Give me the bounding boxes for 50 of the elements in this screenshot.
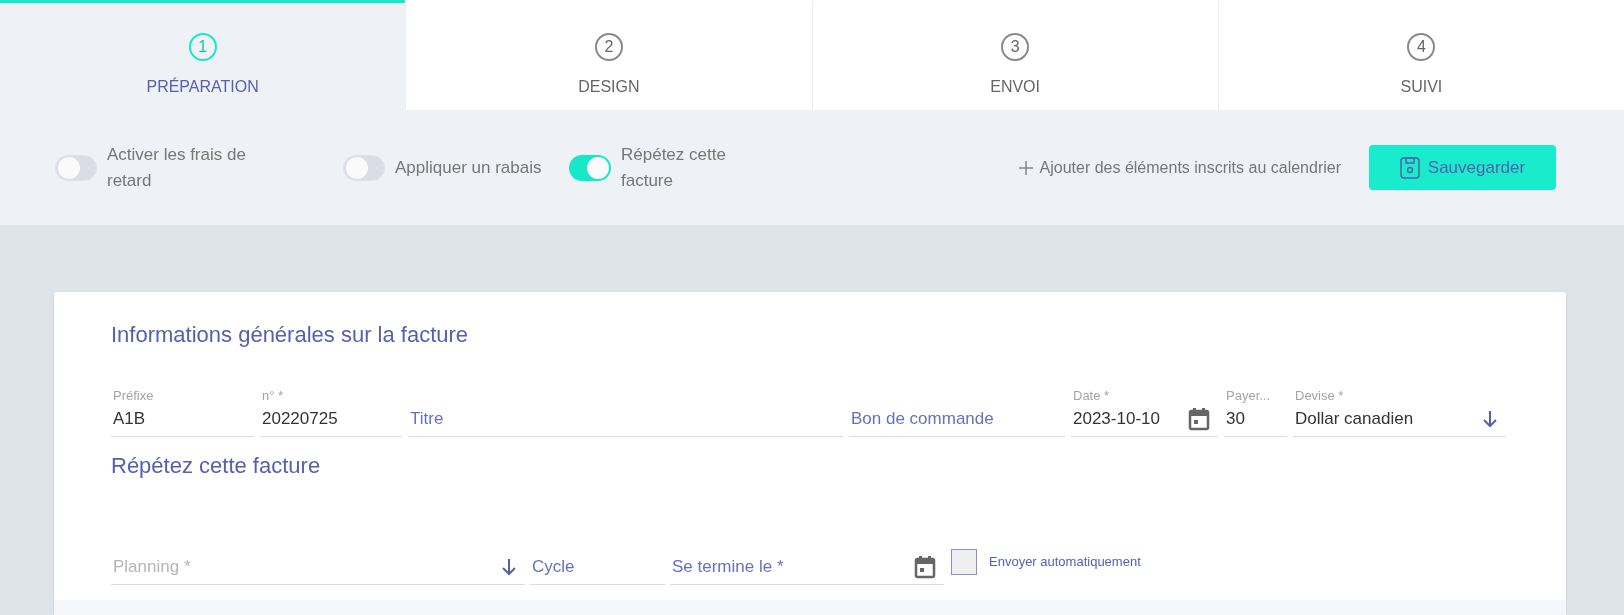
add-calendar-link[interactable]: Ajouter des éléments inscrits au calendrier bbox=[1017, 155, 1341, 180]
input-field[interactable]: Bon de commande bbox=[849, 402, 1065, 437]
input-field[interactable]: Cycle bbox=[530, 550, 665, 585]
section-title: Informations générales sur la facture bbox=[111, 321, 470, 349]
step-label: SUIVI bbox=[1400, 77, 1443, 97]
field-value: A1B bbox=[113, 408, 146, 431]
step-label: DESIGN bbox=[578, 77, 640, 97]
input-field[interactable]: 20220725 bbox=[260, 402, 402, 437]
calendar-icon[interactable] bbox=[914, 555, 936, 579]
field-value: 20220725 bbox=[262, 408, 338, 431]
field-placeholder: Cycle bbox=[532, 556, 575, 579]
input-field[interactable]: Titre bbox=[408, 402, 843, 437]
field-label: n° * bbox=[262, 389, 284, 402]
save-button[interactable]: Sauvegarder bbox=[1369, 145, 1556, 190]
field-value: 2023-10-10 bbox=[1073, 408, 1160, 431]
checkbox[interactable] bbox=[951, 548, 977, 575]
select-field[interactable]: Dollar canadien bbox=[1293, 402, 1506, 437]
toggle-label: Appliquer un rabais bbox=[395, 156, 543, 179]
toggle-switch[interactable] bbox=[343, 154, 385, 181]
step-tab[interactable]: 1 PRÉPARATION bbox=[0, 0, 406, 110]
toggle-label: Répétez cette facture bbox=[621, 143, 727, 192]
plus-icon bbox=[1017, 159, 1034, 176]
date-field[interactable]: 2023-10-10 bbox=[1071, 402, 1218, 437]
step-number: 4 bbox=[1407, 33, 1436, 61]
field-label: Préfixe bbox=[113, 389, 154, 402]
field-placeholder: Bon de commande bbox=[851, 408, 994, 431]
field-placeholder: Planning * bbox=[113, 556, 191, 579]
field-value: 30 bbox=[1226, 408, 1245, 431]
field-placeholder: Se termine le * bbox=[672, 556, 784, 579]
step-number: 2 bbox=[594, 33, 623, 61]
down-arrow-icon[interactable] bbox=[501, 558, 517, 576]
step-label: PRÉPARATION bbox=[146, 76, 259, 97]
input-field[interactable]: A1B bbox=[111, 402, 254, 437]
toggle-switch[interactable] bbox=[569, 154, 611, 181]
step-number: 1 bbox=[188, 33, 217, 61]
toggle-switch[interactable] bbox=[55, 154, 97, 181]
checkbox-label: Envoyer automatiquement bbox=[989, 552, 1141, 571]
field-label: Date * bbox=[1073, 389, 1110, 402]
down-arrow-icon[interactable] bbox=[1482, 410, 1498, 428]
field-label: Devise * bbox=[1295, 389, 1344, 402]
section-title: Répétez cette facture bbox=[111, 452, 322, 480]
field-value: Dollar canadien bbox=[1295, 408, 1414, 431]
input-field[interactable]: 30 bbox=[1224, 402, 1287, 437]
toggle-label: Activer les frais de retard bbox=[107, 143, 247, 192]
step-number: 3 bbox=[1001, 33, 1030, 61]
date-field[interactable]: Se termine le * bbox=[670, 550, 944, 585]
calendar-icon[interactable] bbox=[1188, 407, 1210, 431]
field-placeholder: Titre bbox=[410, 408, 444, 431]
step-label: ENVOI bbox=[990, 77, 1040, 97]
field-label: Payer... bbox=[1226, 389, 1271, 402]
